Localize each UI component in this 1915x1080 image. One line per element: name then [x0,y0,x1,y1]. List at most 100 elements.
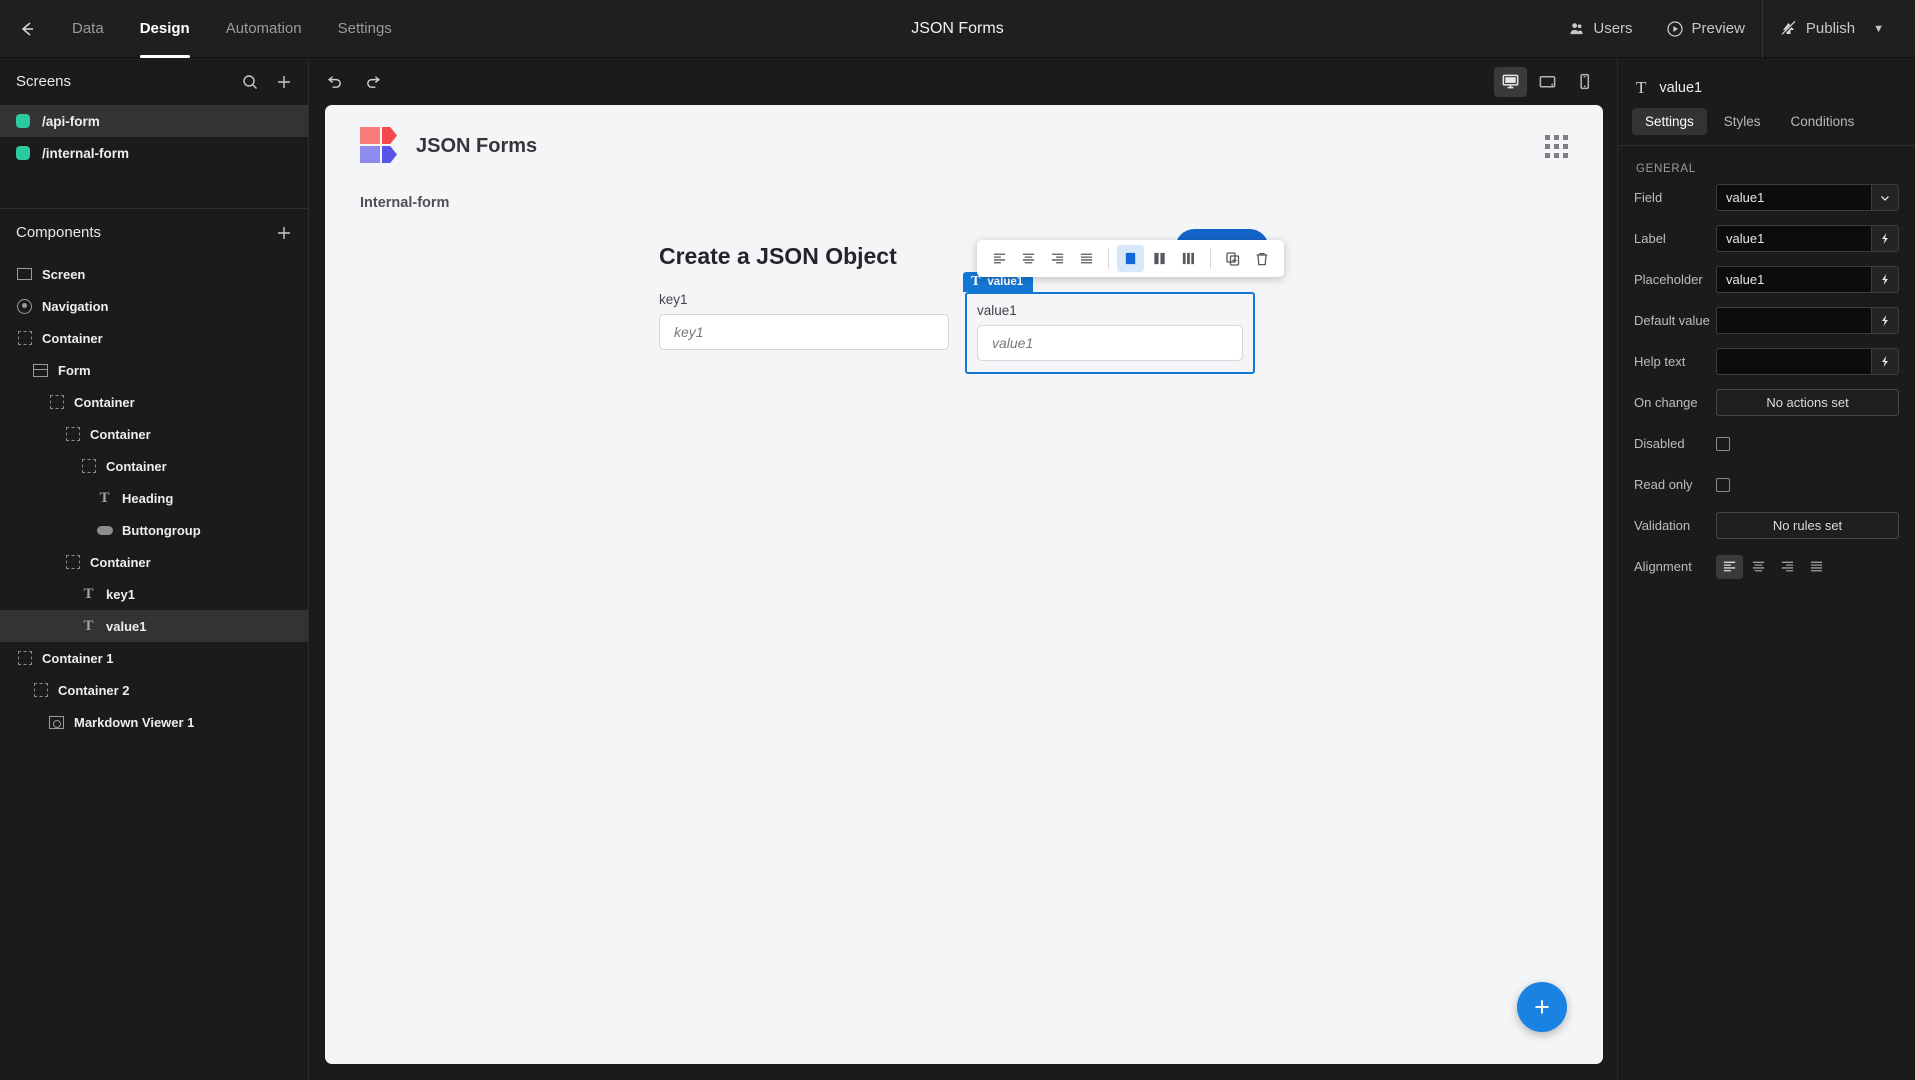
main-nav-tabs: Data Design Automation Settings [54,0,410,58]
screen-item-api-form[interactable]: /api-form [0,105,308,137]
chevron-down-icon[interactable] [1871,184,1899,211]
tree-item-container[interactable]: Container [0,386,308,418]
disabled-checkbox[interactable] [1716,436,1730,451]
property-row-placeholder: Placeholder value1 [1618,263,1915,296]
align-center-icon[interactable] [1015,245,1042,272]
align-left-icon[interactable] [1716,554,1743,579]
container-icon [16,650,33,667]
device-tablet-button[interactable] [1531,67,1564,97]
trash-icon[interactable] [1248,245,1275,272]
preview-app-name: JSON Forms [416,134,538,157]
tree-item-heading[interactable]: T Heading [0,482,308,514]
breadcrumb: Internal-form [360,195,450,211]
tree-item-screen[interactable]: Screen [0,258,308,290]
add-component-plus-icon[interactable] [276,225,292,241]
default-value-input[interactable] [1716,307,1871,334]
binding-lightning-icon[interactable] [1871,348,1899,375]
tab-conditions[interactable]: Conditions [1778,108,1868,135]
add-component-fab[interactable]: + [1517,982,1567,1032]
device-mobile-button[interactable] [1568,67,1601,97]
text-icon: T [83,585,94,602]
nav-tab-data[interactable]: Data [54,0,122,58]
binding-lightning-icon[interactable] [1871,225,1899,252]
read-only-checkbox[interactable] [1716,477,1730,492]
label-input[interactable]: value1 [1716,225,1871,252]
nav-tab-design[interactable]: Design [122,0,208,58]
binding-lightning-icon[interactable] [1871,266,1899,293]
align-right-icon[interactable] [1044,245,1071,272]
redo-icon[interactable] [364,72,383,91]
properties-panel: T value1 Settings Styles Conditions GENE… [1617,58,1915,1080]
tree-item-container-2[interactable]: Container 2 [0,674,308,706]
property-label: Validation [1634,518,1691,533]
two-column-icon[interactable] [1146,245,1173,272]
field-select-value[interactable]: value1 [1716,184,1871,211]
selected-component-outline[interactable]: value1 value1 [965,292,1255,374]
grid-dots-icon[interactable] [1545,134,1568,158]
tree-item-form[interactable]: Form [0,354,308,386]
canvas-viewport: JSON Forms Internal-form Create a JSON O… [309,105,1617,1080]
back-button[interactable] [0,0,54,58]
chevron-down-icon[interactable]: ▼ [1873,23,1884,35]
help-text-input[interactable] [1716,348,1871,375]
one-column-icon[interactable] [1117,245,1144,272]
tree-item-value1[interactable]: T value1 [0,610,308,642]
publish-button[interactable]: Publish ▼ [1763,0,1901,58]
property-label: Read only [1634,477,1693,492]
tree-item-container[interactable]: Container [0,546,308,578]
tree-item-label: Buttongroup [122,522,201,538]
screen-item-label: /api-form [42,113,100,129]
container-icon [64,426,81,443]
align-left-icon[interactable] [986,245,1013,272]
placeholder-input[interactable]: value1 [1716,266,1871,293]
property-label: Alignment [1634,559,1692,574]
screens-title: Screens [16,73,72,90]
property-row-help-text: Help text [1618,345,1915,378]
preview-button[interactable]: Preview [1650,0,1762,58]
tree-item-container-1[interactable]: Container 1 [0,642,308,674]
tree-item-markdown-viewer-1[interactable]: Markdown Viewer 1 [0,706,308,738]
search-icon[interactable] [242,74,258,90]
users-label: Users [1593,20,1633,37]
nav-tab-settings[interactable]: Settings [320,0,410,58]
buttongroup-icon [96,522,113,539]
value1-input[interactable]: value1 [977,325,1243,361]
tree-item-container[interactable]: Container [0,450,308,482]
tree-item-key1[interactable]: T key1 [0,578,308,610]
tree-item-container[interactable]: Container [0,418,308,450]
on-change-actions-button[interactable]: No actions set [1716,389,1899,416]
property-row-validation: Validation No rules set [1618,509,1915,542]
align-justify-icon[interactable] [1073,245,1100,272]
property-label: Placeholder [1634,272,1703,287]
duplicate-icon[interactable] [1219,245,1246,272]
align-justify-icon[interactable] [1803,555,1830,579]
device-desktop-button[interactable] [1494,66,1527,97]
nav-tab-automation[interactable]: Automation [208,0,320,58]
component-tree: Screen Navigation Container Form Contain… [0,256,308,1080]
tree-item-container[interactable]: Container [0,322,308,354]
binding-lightning-icon[interactable] [1871,307,1899,334]
users-button[interactable]: Users [1552,0,1649,58]
general-section-title: GENERAL [1636,163,1696,175]
undo-icon[interactable] [325,72,344,91]
container-icon [64,554,81,571]
tab-settings[interactable]: Settings [1632,108,1707,135]
align-center-icon[interactable] [1745,555,1772,579]
tree-item-label: Container [90,554,151,570]
form-field-key1: key1 key1 [659,292,949,350]
key1-input[interactable]: key1 [659,314,949,350]
validation-rules-button[interactable]: No rules set [1716,512,1899,539]
tree-item-label: Container 1 [42,650,114,666]
tree-item-label: value1 [106,618,147,634]
screen-item-internal-form[interactable]: /internal-form [0,137,308,169]
tree-item-buttongroup[interactable]: Buttongroup [0,514,308,546]
users-icon [1569,21,1584,36]
align-right-icon[interactable] [1774,555,1801,579]
container-icon [80,458,97,475]
add-screen-plus-icon[interactable] [276,74,292,90]
tab-styles[interactable]: Styles [1711,108,1774,135]
three-column-icon[interactable] [1175,245,1202,272]
tree-item-label: Form [58,362,91,378]
tree-item-navigation[interactable]: Navigation [0,290,308,322]
floating-component-toolbar [977,240,1284,277]
